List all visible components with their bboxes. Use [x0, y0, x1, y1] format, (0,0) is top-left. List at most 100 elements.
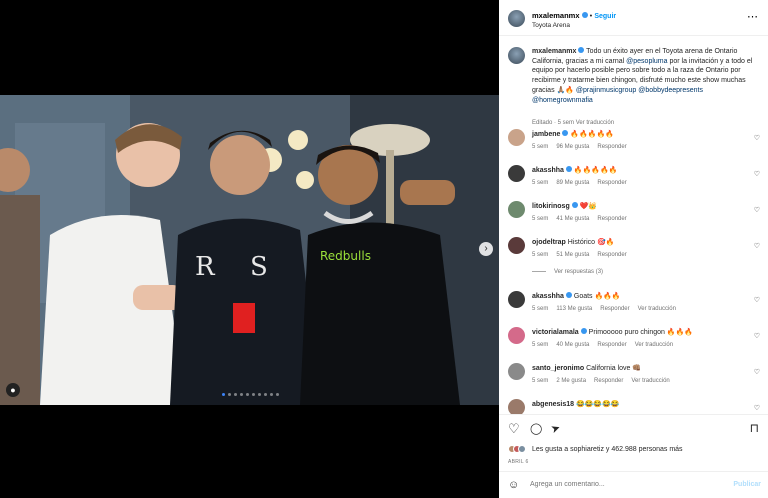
commenter-username[interactable]: victorialamala — [532, 329, 579, 336]
comment-like-heart-icon[interactable]: ♡ — [754, 404, 760, 412]
reply-button[interactable]: Responder — [597, 342, 626, 348]
carousel-dot — [240, 393, 243, 396]
comment-text: Primooooo puro chingon 🔥🔥🔥 — [588, 329, 694, 336]
author-line: mxalemanmx • Seguir — [532, 11, 617, 20]
comment-like-heart-icon[interactable]: ♡ — [754, 296, 760, 304]
comment-meta: 5 sem 41 Me gusta Responder — [532, 216, 643, 222]
more-options-icon[interactable]: ⋯ — [747, 10, 758, 23]
carousel-dot — [234, 393, 237, 396]
comment-meta: 5 sem 113 Me gusta Responder Ver traducción — [532, 306, 684, 312]
reply-button[interactable]: Responder — [597, 252, 626, 258]
add-comment-bar: ☺ Publicar — [499, 471, 768, 498]
comment-time: 5 sem — [532, 342, 549, 348]
comment-likes[interactable]: 41 Me gusta — [556, 216, 589, 222]
mention-link[interactable]: @bobbydeepresents — [638, 87, 703, 94]
commenter-avatar[interactable] — [508, 129, 525, 146]
commenter-avatar[interactable] — [508, 327, 525, 344]
comment-likes[interactable]: 96 Me gusta — [556, 144, 589, 150]
svg-text:Redbulls: Redbulls — [320, 249, 371, 263]
mention-link[interactable]: @pesopluma — [626, 58, 667, 65]
comment-time: 5 sem — [532, 144, 549, 150]
comment-likes[interactable]: 89 Me gusta — [556, 180, 589, 186]
comment-likes[interactable]: 51 Me gusta — [556, 252, 589, 258]
comment-body: jambene 🔥🔥🔥🔥🔥 — [532, 130, 614, 138]
verified-badge-icon — [580, 328, 587, 335]
commenter-avatar[interactable] — [508, 363, 525, 380]
commenter-username[interactable]: abgenesis18 — [532, 401, 574, 408]
commenter-username[interactable]: akasshha — [532, 167, 564, 174]
comment-text: ❤️👑 — [579, 203, 598, 210]
verified-badge-icon — [565, 292, 572, 299]
reply-button[interactable]: Responder — [594, 378, 623, 384]
carousel-dot — [246, 393, 249, 396]
comment-body: akasshha 🔥🔥🔥🔥🔥 — [532, 166, 617, 174]
share-send-icon[interactable]: ➤ — [549, 421, 562, 436]
reply-button[interactable]: Responder — [597, 216, 626, 222]
post-media: R S Redbulls › ● — [0, 0, 499, 498]
carousel-indicator — [222, 393, 279, 396]
comment-like-heart-icon[interactable]: ♡ — [754, 206, 760, 214]
translate-link[interactable]: Ver traducción — [631, 378, 669, 384]
comment-text: 🔥🔥🔥🔥🔥 — [573, 167, 618, 174]
translate-link[interactable]: Ver traducción — [638, 306, 676, 312]
post-date: ABRIL 6 — [508, 459, 529, 465]
comment-text: Goats 🔥🔥🔥 — [573, 293, 621, 300]
carousel-dot — [276, 393, 279, 396]
comment-like-heart-icon[interactable]: ♡ — [754, 170, 760, 178]
comment-body: santo_jeronimo California love 👊🏽 — [532, 364, 641, 372]
translate-link[interactable]: Ver traducción — [635, 342, 673, 348]
commenter-avatar[interactable] — [508, 399, 525, 414]
comment-likes[interactable]: 40 Me gusta — [556, 342, 589, 348]
save-bookmark-icon[interactable]: ⊓ — [750, 421, 759, 435]
commenter-avatar[interactable] — [508, 201, 525, 218]
emoji-picker-icon[interactable]: ☺ — [508, 479, 519, 491]
comment-input[interactable] — [530, 481, 720, 488]
comment-time: 5 sem — [532, 216, 549, 222]
comment-text: Histórico 🎯🔥 — [567, 239, 615, 246]
comment-like-heart-icon[interactable]: ♡ — [754, 368, 760, 376]
comments-scroll[interactable]: mxalemanmx Todo un éxito ayer en el Toyo… — [499, 37, 768, 414]
commenter-username[interactable]: santo_jeronimo — [532, 365, 584, 372]
comment-likes[interactable]: 113 Me gusta — [556, 306, 592, 312]
comment-row: akasshha Goats 🔥🔥🔥 5 sem 113 Me gusta Respo… — [508, 291, 760, 323]
likes-summary[interactable]: Les gusta a sophiaretiz y 462.988 person… — [508, 445, 683, 453]
comment-likes[interactable]: 2 Me gusta — [556, 378, 586, 384]
post-header: mxalemanmx • Seguir Toyota Arena ⋯ — [499, 0, 768, 36]
next-photo-button[interactable]: › — [479, 242, 493, 256]
commenter-avatar[interactable] — [508, 165, 525, 182]
comment-like-heart-icon[interactable]: ♡ — [754, 242, 760, 250]
like-heart-icon[interactable]: ♡ — [508, 421, 520, 437]
comment-row: ojodeltrap Histórico 🎯🔥 5 sem 51 Me gusta R… — [508, 237, 760, 269]
post-photo[interactable]: R S Redbulls — [0, 95, 499, 405]
comment-time: 5 sem — [532, 180, 549, 186]
tagged-users-icon[interactable]: ● — [6, 383, 20, 397]
author-avatar[interactable] — [508, 10, 525, 27]
publish-button[interactable]: Publicar — [733, 481, 761, 488]
comment-row: abgenesis18 😂😂😂😂😂 ♡ — [508, 399, 760, 414]
comment-meta: 5 sem 51 Me gusta Responder — [532, 252, 643, 258]
commenter-username[interactable]: akasshha — [532, 293, 564, 300]
author-username[interactable]: mxalemanmx — [532, 11, 580, 20]
comment-like-heart-icon[interactable]: ♡ — [754, 134, 760, 142]
caption-meta[interactable]: Editado · 5 sem Ver traducción — [532, 120, 614, 126]
commenter-avatar[interactable] — [508, 237, 525, 254]
commenter-username[interactable]: litokirinosg — [532, 203, 570, 210]
commenter-username[interactable]: jambene — [532, 131, 560, 138]
view-replies-link[interactable]: Ver respuestas (3) — [532, 269, 603, 275]
mention-link[interactable]: @homegrownmafia — [532, 97, 593, 104]
comment-meta: 5 sem 40 Me gusta Responder Ver traducción — [532, 342, 681, 348]
comment-like-heart-icon[interactable]: ♡ — [754, 332, 760, 340]
post-location[interactable]: Toyota Arena — [532, 22, 570, 29]
comment-bubble-icon[interactable]: ◯ — [530, 422, 542, 435]
verified-badge-icon — [581, 12, 588, 19]
commenter-avatar[interactable] — [508, 291, 525, 308]
mention-link[interactable]: @prajinmusicgroup — [576, 87, 636, 94]
commenter-username[interactable]: ojodeltrap — [532, 239, 566, 246]
reply-button[interactable]: Responder — [600, 306, 629, 312]
reply-button[interactable]: Responder — [597, 180, 626, 186]
follow-button[interactable]: Seguir — [594, 13, 616, 20]
comment-body: ojodeltrap Histórico 🎯🔥 — [532, 238, 614, 246]
reply-button[interactable]: Responder — [597, 144, 626, 150]
caption-username[interactable]: mxalemanmx — [532, 48, 576, 55]
caption-avatar[interactable] — [508, 47, 525, 64]
